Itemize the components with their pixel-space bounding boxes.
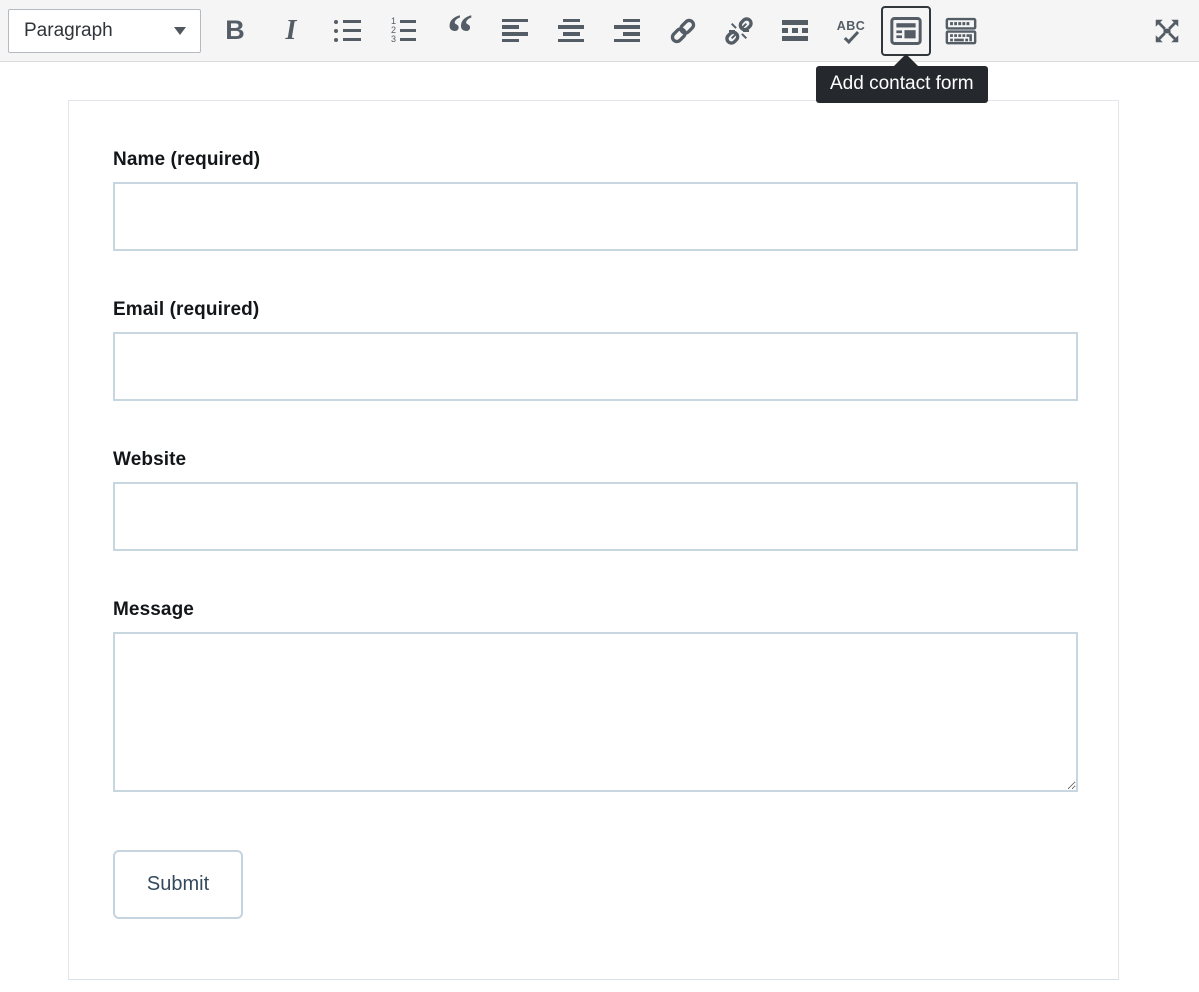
- toolbar-toggle-button[interactable]: [941, 11, 981, 51]
- remove-link-button[interactable]: [719, 11, 759, 51]
- contact-form-preview: Name (required) Email (required) Website…: [68, 100, 1119, 980]
- email-field-label: Email (required): [113, 299, 1076, 321]
- align-right-button[interactable]: [607, 11, 647, 51]
- editor-content-area: Name (required) Email (required) Website…: [0, 100, 1199, 980]
- bulleted-list-icon: [334, 20, 361, 42]
- read-more-button[interactable]: [775, 11, 815, 51]
- link-icon: [667, 15, 699, 47]
- add-contact-form-button[interactable]: [881, 6, 931, 56]
- tooltip-arrow: [894, 54, 918, 66]
- fullscreen-button[interactable]: [1147, 11, 1187, 51]
- message-field-label: Message: [113, 599, 1076, 621]
- unlink-icon: [723, 15, 755, 47]
- align-left-button[interactable]: [495, 11, 535, 51]
- bulleted-list-button[interactable]: [327, 11, 367, 51]
- field-group-name: Name (required): [113, 149, 1076, 251]
- read-more-icon: [782, 20, 808, 40]
- align-center-icon: [558, 19, 584, 42]
- align-center-button[interactable]: [551, 11, 591, 51]
- align-left-icon: [502, 19, 528, 42]
- numbered-list-icon: 1 2 3: [390, 18, 416, 43]
- contact-form-icon: [889, 14, 923, 48]
- bold-button[interactable]: B: [215, 11, 255, 51]
- field-group-website: Website: [113, 449, 1076, 551]
- numbered-list-button[interactable]: 1 2 3: [383, 11, 423, 51]
- spellcheck-button[interactable]: ABC: [831, 11, 871, 51]
- italic-icon: I: [286, 17, 297, 45]
- fullscreen-icon: [1152, 16, 1182, 46]
- message-textarea[interactable]: [113, 632, 1078, 792]
- spellcheck-icon: ABC: [837, 20, 866, 41]
- field-group-message: Message: [113, 599, 1076, 792]
- blockquote-button[interactable]: “: [439, 11, 479, 51]
- name-field-label: Name (required): [113, 149, 1076, 171]
- keyboard-icon: [944, 14, 978, 48]
- italic-button[interactable]: I: [271, 11, 311, 51]
- chevron-down-icon: [174, 27, 186, 35]
- add-contact-form-tooltip: Add contact form: [816, 66, 988, 103]
- paragraph-format-value: Paragraph: [24, 20, 113, 42]
- email-input[interactable]: [113, 332, 1078, 401]
- align-right-icon: [614, 19, 640, 42]
- website-field-label: Website: [113, 449, 1076, 471]
- editor-toolbar: Paragraph B I 1 2 3 “: [0, 0, 1199, 62]
- insert-link-button[interactable]: [663, 11, 703, 51]
- field-group-email: Email (required): [113, 299, 1076, 401]
- bold-icon: B: [225, 17, 245, 44]
- website-input[interactable]: [113, 482, 1078, 551]
- submit-button[interactable]: Submit: [113, 850, 243, 919]
- blockquote-icon: “: [447, 34, 471, 48]
- name-input[interactable]: [113, 182, 1078, 251]
- paragraph-format-select[interactable]: Paragraph: [8, 9, 201, 53]
